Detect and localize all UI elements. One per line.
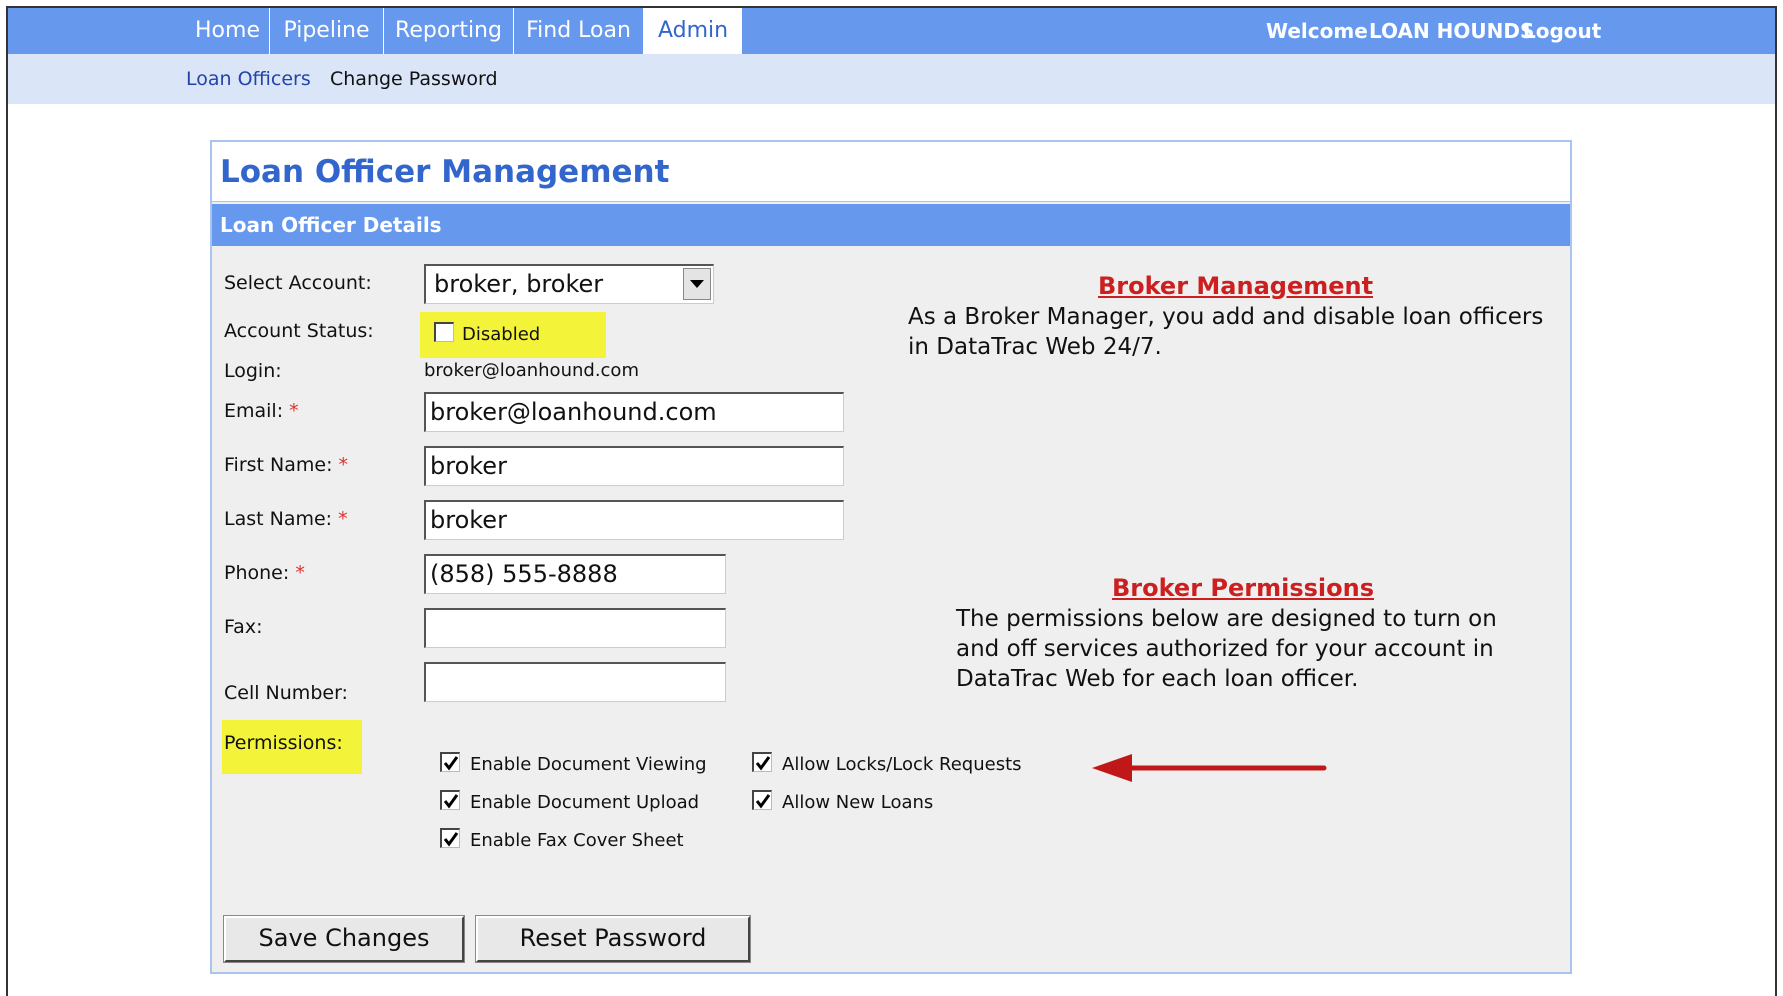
enable-document-upload-checkbox[interactable] [440, 790, 460, 810]
broker-management-text-line1: As a Broker Manager, you add and disable… [908, 304, 1544, 330]
broker-permissions-heading[interactable]: Broker Permissions [1112, 574, 1374, 602]
last-name-label: Last Name: * [224, 508, 348, 530]
subnav-loan-officers[interactable]: Loan Officers [186, 54, 311, 104]
disabled-checkbox[interactable] [434, 322, 454, 342]
tab-admin[interactable]: Admin [644, 8, 742, 54]
allow-new-loans-checkbox[interactable] [752, 790, 772, 810]
enable-fax-cover-sheet-checkbox[interactable] [440, 828, 460, 848]
red-arrow-icon [1092, 754, 1327, 782]
last-name-field[interactable]: broker [424, 500, 844, 540]
disabled-label: Disabled [462, 324, 541, 345]
enable-document-viewing-label: Enable Document Viewing [470, 754, 707, 775]
sub-navigation: Loan Officers Change Password [8, 54, 1775, 104]
broker-permissions-text-line2: and off services authorized for your acc… [956, 636, 1494, 662]
tab-find-loan[interactable]: Find Loan [514, 8, 644, 54]
top-navigation: Home Pipeline Reporting Find Loan Admin … [8, 8, 1775, 54]
broker-permissions-text-line3: DataTrac Web for each loan officer. [956, 666, 1359, 692]
broker-management-heading[interactable]: Broker Management [1098, 272, 1373, 300]
save-changes-button[interactable]: Save Changes [223, 915, 465, 963]
loan-officer-panel: Loan Officer Management Loan Officer Det… [210, 140, 1572, 974]
reset-password-button[interactable]: Reset Password [475, 915, 751, 963]
permissions-label: Permissions: [224, 732, 343, 754]
first-name-field[interactable]: broker [424, 446, 844, 486]
select-account-value: broker, broker [434, 270, 604, 298]
email-label: Email: * [224, 400, 299, 422]
enable-fax-cover-sheet-label: Enable Fax Cover Sheet [470, 830, 684, 851]
broker-management-text-line2: in DataTrac Web 24/7. [908, 334, 1162, 360]
select-account-label: Select Account: [224, 272, 372, 294]
welcome-label: Welcome [1266, 19, 1368, 43]
subnav-change-password[interactable]: Change Password [330, 54, 498, 104]
page-title: Loan Officer Management [212, 142, 1570, 202]
first-name-label: First Name: * [224, 454, 349, 476]
allow-locks-checkbox[interactable] [752, 752, 772, 772]
login-label: Login: [224, 360, 282, 382]
cell-number-label: Cell Number: [224, 682, 348, 704]
account-status-label: Account Status: [224, 320, 374, 342]
fax-field[interactable] [424, 608, 726, 648]
enable-document-upload-label: Enable Document Upload [470, 792, 700, 813]
section-header: Loan Officer Details [212, 204, 1570, 246]
broker-permissions-text-line1: The permissions below are designed to tu… [956, 606, 1497, 632]
tab-reporting[interactable]: Reporting [384, 8, 514, 54]
enable-document-viewing-checkbox[interactable] [440, 752, 460, 772]
allow-new-loans-label: Allow New Loans [782, 792, 934, 813]
allow-locks-label: Allow Locks/Lock Requests [782, 754, 1022, 775]
phone-label: Phone: * [224, 562, 305, 584]
select-account-dropdown[interactable]: broker, broker [424, 264, 714, 304]
tab-home[interactable]: Home [186, 8, 270, 54]
chevron-down-icon[interactable] [683, 268, 711, 300]
logout-link[interactable]: Logout [1523, 8, 1601, 54]
email-field[interactable]: broker@loanhound.com [424, 392, 844, 432]
phone-field[interactable]: (858) 555-8888 [424, 554, 726, 594]
tab-pipeline[interactable]: Pipeline [270, 8, 384, 54]
cell-number-field[interactable] [424, 662, 726, 702]
user-name: LOAN HOUNDS [1369, 19, 1535, 43]
login-value: broker@loanhound.com [424, 360, 639, 381]
fax-label: Fax: [224, 616, 263, 638]
